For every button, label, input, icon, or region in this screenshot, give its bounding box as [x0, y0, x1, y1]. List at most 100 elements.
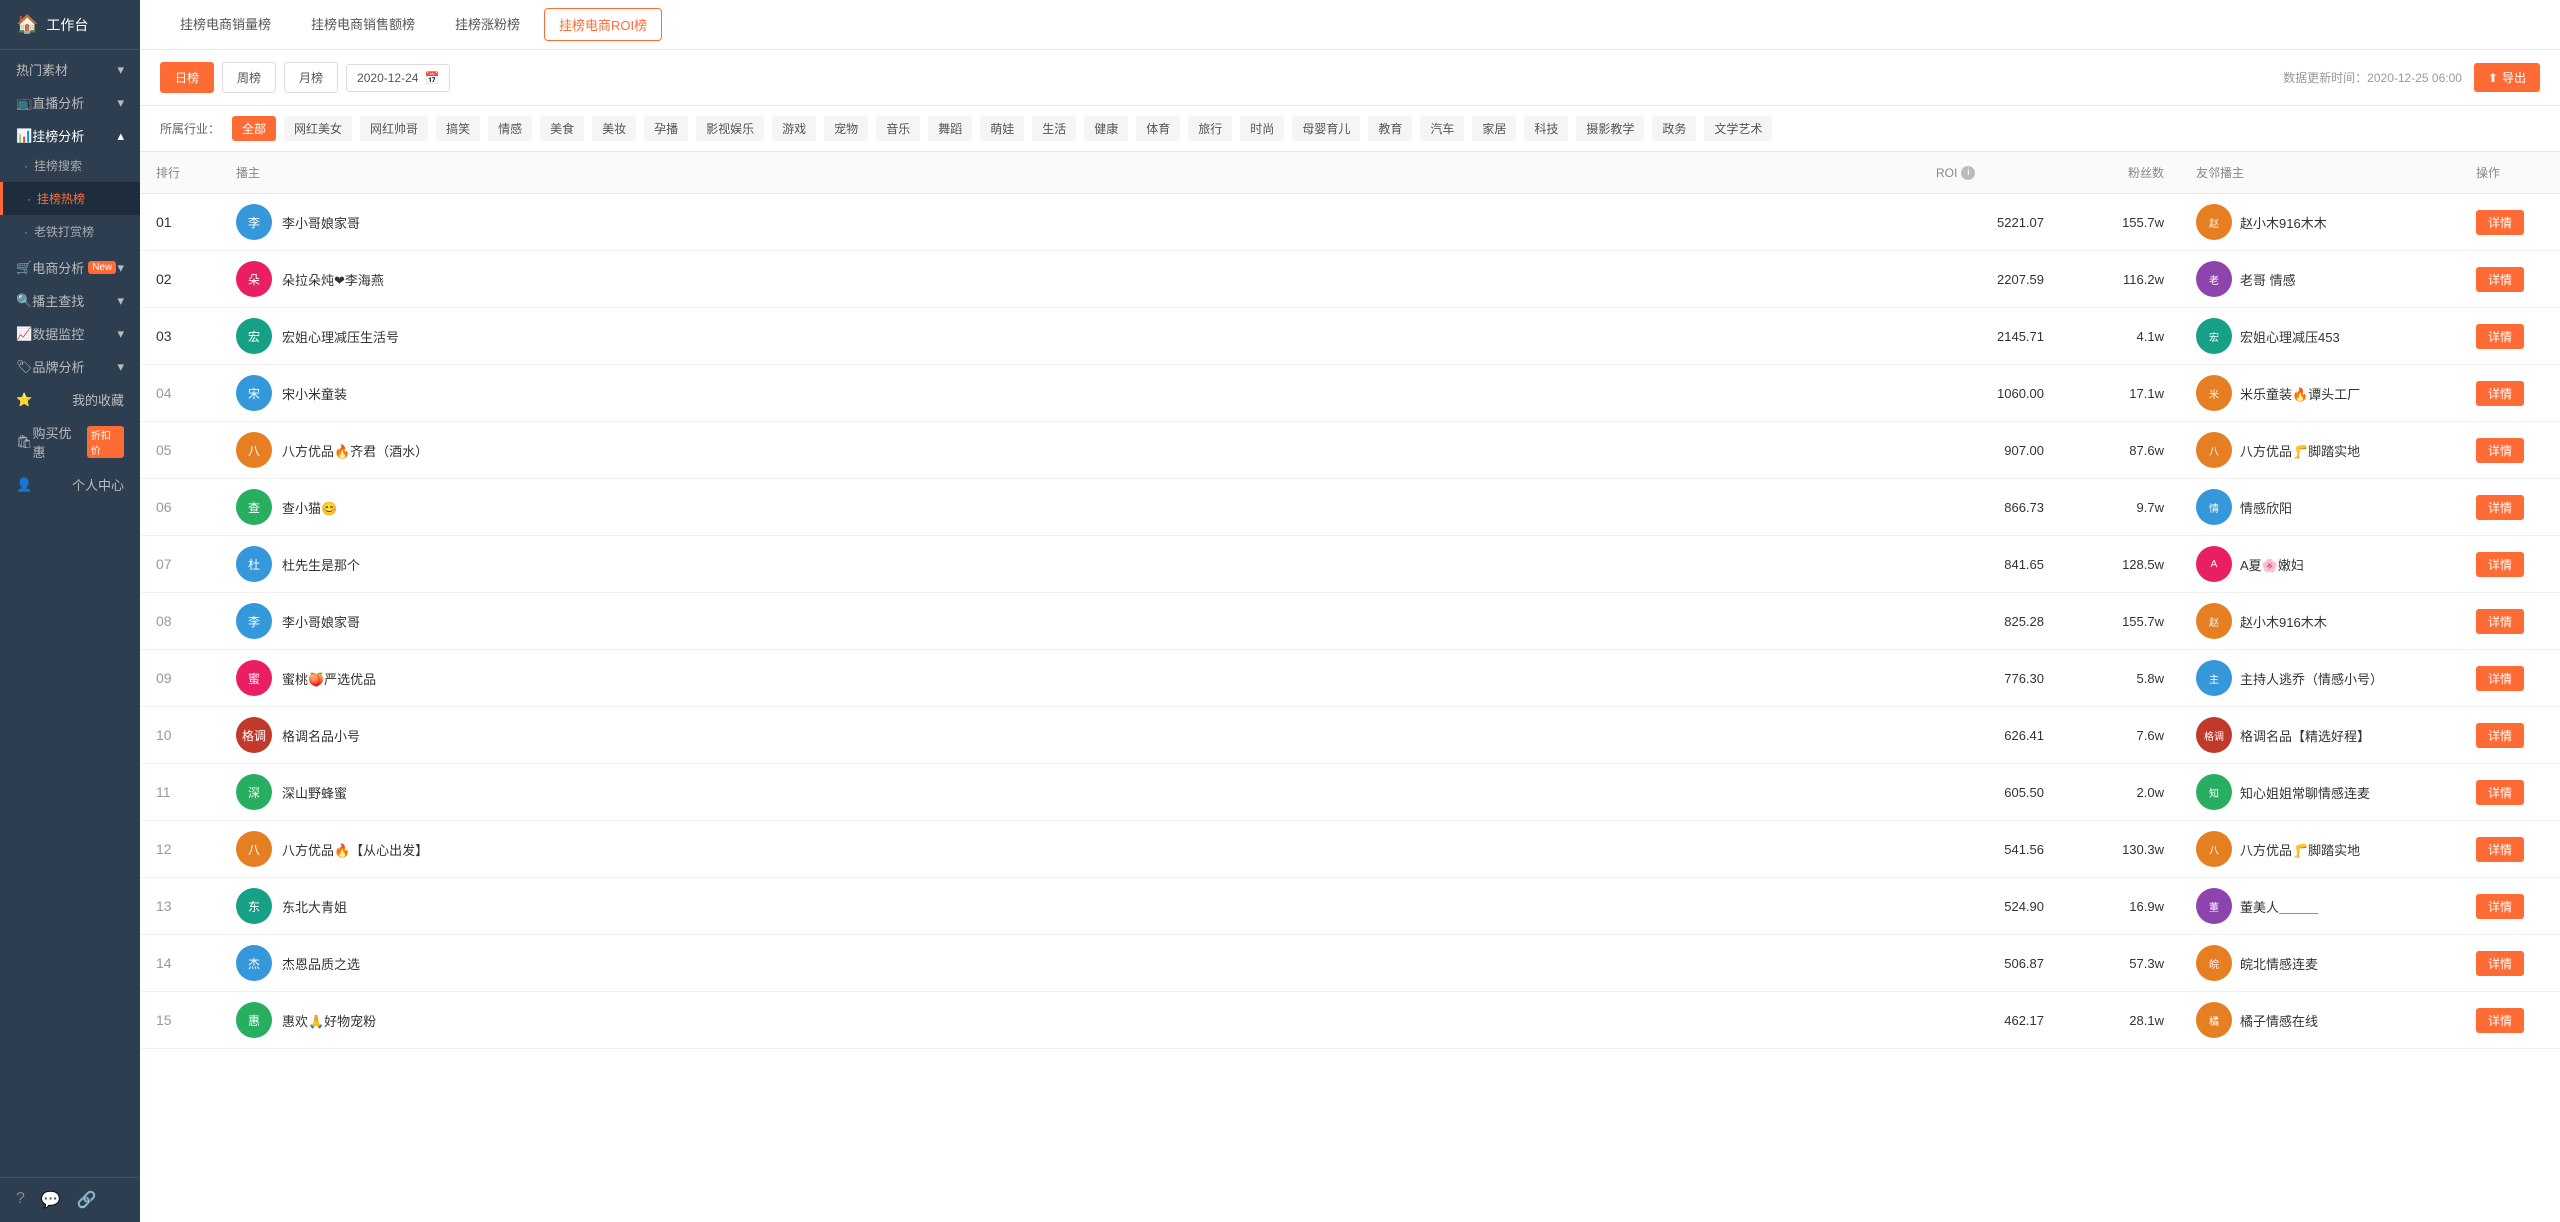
detail-button[interactable]: 详情: [2476, 894, 2524, 919]
detail-button[interactable]: 详情: [2476, 552, 2524, 577]
fans-cell: 17.1w: [2060, 365, 2180, 422]
filter-tag-influencer[interactable]: 网红帅哥: [360, 116, 428, 141]
help-icon[interactable]: ?: [16, 1190, 25, 1210]
fans-cell: 116.2w: [2060, 251, 2180, 308]
similar-name: 橘子情感在线: [2240, 1011, 2318, 1030]
roi-cell: 524.90: [1920, 878, 2060, 935]
similar-avatar-text: A: [2211, 559, 2218, 570]
filter-tag-home[interactable]: 家居: [1472, 116, 1516, 141]
streamer-cell-td: 杜 杜先生是那个: [220, 536, 520, 593]
period-monthly-button[interactable]: 月榜: [284, 62, 338, 93]
rank-value: 06: [156, 499, 172, 515]
spacer-cell: [520, 422, 1920, 479]
rank-value: 05: [156, 442, 172, 458]
sidebar-logo[interactable]: 🏠 工作台: [0, 0, 140, 50]
sidebar-item-hot-materials[interactable]: 热门素材 ▾: [0, 50, 140, 83]
tab-sales-amount-rank[interactable]: 挂榜电商销售额榜: [291, 0, 435, 49]
detail-button[interactable]: 详情: [2476, 210, 2524, 235]
detail-button[interactable]: 详情: [2476, 495, 2524, 520]
link-icon[interactable]: 🔗: [77, 1190, 97, 1210]
filter-tag-car[interactable]: 汽车: [1420, 116, 1464, 141]
similar-name: 主持人逃乔（情感小号）: [2240, 669, 2383, 688]
detail-button[interactable]: 详情: [2476, 324, 2524, 349]
sidebar-item-ecommerce[interactable]: 🛒 电商分析 New ▾: [0, 248, 140, 281]
detail-button[interactable]: 详情: [2476, 609, 2524, 634]
filter-tag-politics[interactable]: 政务: [1652, 116, 1696, 141]
filter-tag-fashion-women[interactable]: 网红美女: [284, 116, 352, 141]
filter-tag-parenting[interactable]: 孕播: [644, 116, 688, 141]
roi-cell: 1060.00: [1920, 365, 2060, 422]
roi-cell: 866.73: [1920, 479, 2060, 536]
similar-cell-td: 董 董美人＿＿＿: [2180, 878, 2460, 935]
sidebar-item-personal[interactable]: 👤 个人中心: [0, 465, 140, 498]
sidebar-item-brand[interactable]: 🏷 品牌分析 ▾: [0, 347, 140, 380]
detail-button[interactable]: 详情: [2476, 837, 2524, 862]
chevron-icon-brand: ▾: [117, 359, 124, 375]
sidebar-item-old-hanging[interactable]: · 老铁打赏榜: [0, 215, 140, 248]
avatar-text: 李: [248, 613, 260, 630]
similar-cell-td: 宏 宏姐心理减压453: [2180, 308, 2460, 365]
detail-button[interactable]: 详情: [2476, 780, 2524, 805]
filter-tag-literature[interactable]: 文学艺术: [1704, 116, 1772, 141]
filter-tag-entertainment[interactable]: 影视娱乐: [696, 116, 764, 141]
tab-sales-rank[interactable]: 挂榜电商销量榜: [160, 0, 291, 49]
filter-tag-all[interactable]: 全部: [232, 116, 276, 141]
period-weekly-button[interactable]: 周榜: [222, 62, 276, 93]
filter-tag-dance[interactable]: 舞蹈: [928, 116, 972, 141]
filter-tag-music[interactable]: 音乐: [876, 116, 920, 141]
date-picker[interactable]: 2020-12-24 📅: [346, 64, 450, 92]
detail-button[interactable]: 详情: [2476, 438, 2524, 463]
roi-value: 5221.07: [1997, 215, 2044, 230]
filter-tag-pets[interactable]: 宠物: [824, 116, 868, 141]
avatar: 杰: [236, 945, 272, 981]
filter-tag-health[interactable]: 健康: [1084, 116, 1128, 141]
sidebar-item-hanging-search[interactable]: · 挂榜搜索: [0, 149, 140, 182]
filter-tag-life[interactable]: 生活: [1032, 116, 1076, 141]
sidebar-item-hanging-analysis[interactable]: 📊 挂榜分析 ▴: [0, 116, 140, 149]
rank-cell: 06: [140, 479, 220, 536]
similar-avatar-text: 赵: [2209, 215, 2219, 230]
tab-roi-rank[interactable]: 挂榜电商ROI榜: [544, 8, 662, 41]
chat-icon[interactable]: 💬: [41, 1190, 61, 1210]
similar-avatar-text: 八: [2209, 842, 2219, 857]
filter-tag-emotion[interactable]: 情感: [488, 116, 532, 141]
filter-tag-education[interactable]: 教育: [1368, 116, 1412, 141]
detail-button[interactable]: 详情: [2476, 267, 2524, 292]
detail-button[interactable]: 详情: [2476, 723, 2524, 748]
filter-row: 所属行业： 全部 网红美女 网红帅哥 搞笑 情感 美食 美妆 孕播 影视娱乐 游…: [140, 106, 2560, 152]
filter-tag-food[interactable]: 美食: [540, 116, 584, 141]
sidebar-item-streamer-search[interactable]: 🔍 播主查找 ▾: [0, 281, 140, 314]
rank-value: 02: [156, 271, 172, 287]
roi-value: 462.17: [2004, 1013, 2044, 1028]
filter-tag-cute-kids[interactable]: 萌娃: [980, 116, 1024, 141]
tab-trending-rank[interactable]: 挂榜涨粉榜: [435, 0, 540, 49]
sidebar-item-purchase[interactable]: 🛍 购买优惠 折扣价: [0, 413, 140, 465]
filter-tag-fashion[interactable]: 时尚: [1240, 116, 1284, 141]
filter-tag-tech[interactable]: 科技: [1524, 116, 1568, 141]
filter-tag-game[interactable]: 游戏: [772, 116, 816, 141]
period-daily-button[interactable]: 日榜: [160, 62, 214, 93]
detail-button[interactable]: 详情: [2476, 666, 2524, 691]
export-button[interactable]: ⬆ 导出: [2474, 63, 2540, 92]
sidebar-item-collection[interactable]: ⭐ 我的收藏: [0, 380, 140, 413]
similar-avatar: A: [2196, 546, 2232, 582]
roi-value: 866.73: [2004, 500, 2044, 515]
detail-button[interactable]: 详情: [2476, 381, 2524, 406]
sidebar-item-live-analysis[interactable]: 📺 直播分析 ▾: [0, 83, 140, 116]
filter-tag-sports[interactable]: 体育: [1136, 116, 1180, 141]
filter-tag-mother-baby[interactable]: 母婴育儿: [1292, 116, 1360, 141]
spacer-cell: [520, 365, 1920, 422]
filter-tag-travel[interactable]: 旅行: [1188, 116, 1232, 141]
roi-info-icon[interactable]: i: [1961, 166, 1975, 180]
roi-cell: 626.41: [1920, 707, 2060, 764]
streamer-info: 八 八方优品🔥齐君（酒水）: [236, 432, 504, 468]
filter-tag-beauty[interactable]: 美妆: [592, 116, 636, 141]
sidebar-item-hanging-hot[interactable]: · 挂榜热榜: [0, 182, 140, 215]
filter-tag-photo[interactable]: 摄影教学: [1576, 116, 1644, 141]
detail-button[interactable]: 详情: [2476, 1008, 2524, 1033]
table-row: 10 格调 格调名品小号 626.41 7.6w 格调 格调名品【精选好程】: [140, 707, 2560, 764]
detail-button[interactable]: 详情: [2476, 951, 2524, 976]
sidebar-item-data-monitor[interactable]: 📈 数据监控 ▾: [0, 314, 140, 347]
filter-tag-funny[interactable]: 搞笑: [436, 116, 480, 141]
streamer-cell-td: 宏 宏姐心理减压生活号: [220, 308, 520, 365]
